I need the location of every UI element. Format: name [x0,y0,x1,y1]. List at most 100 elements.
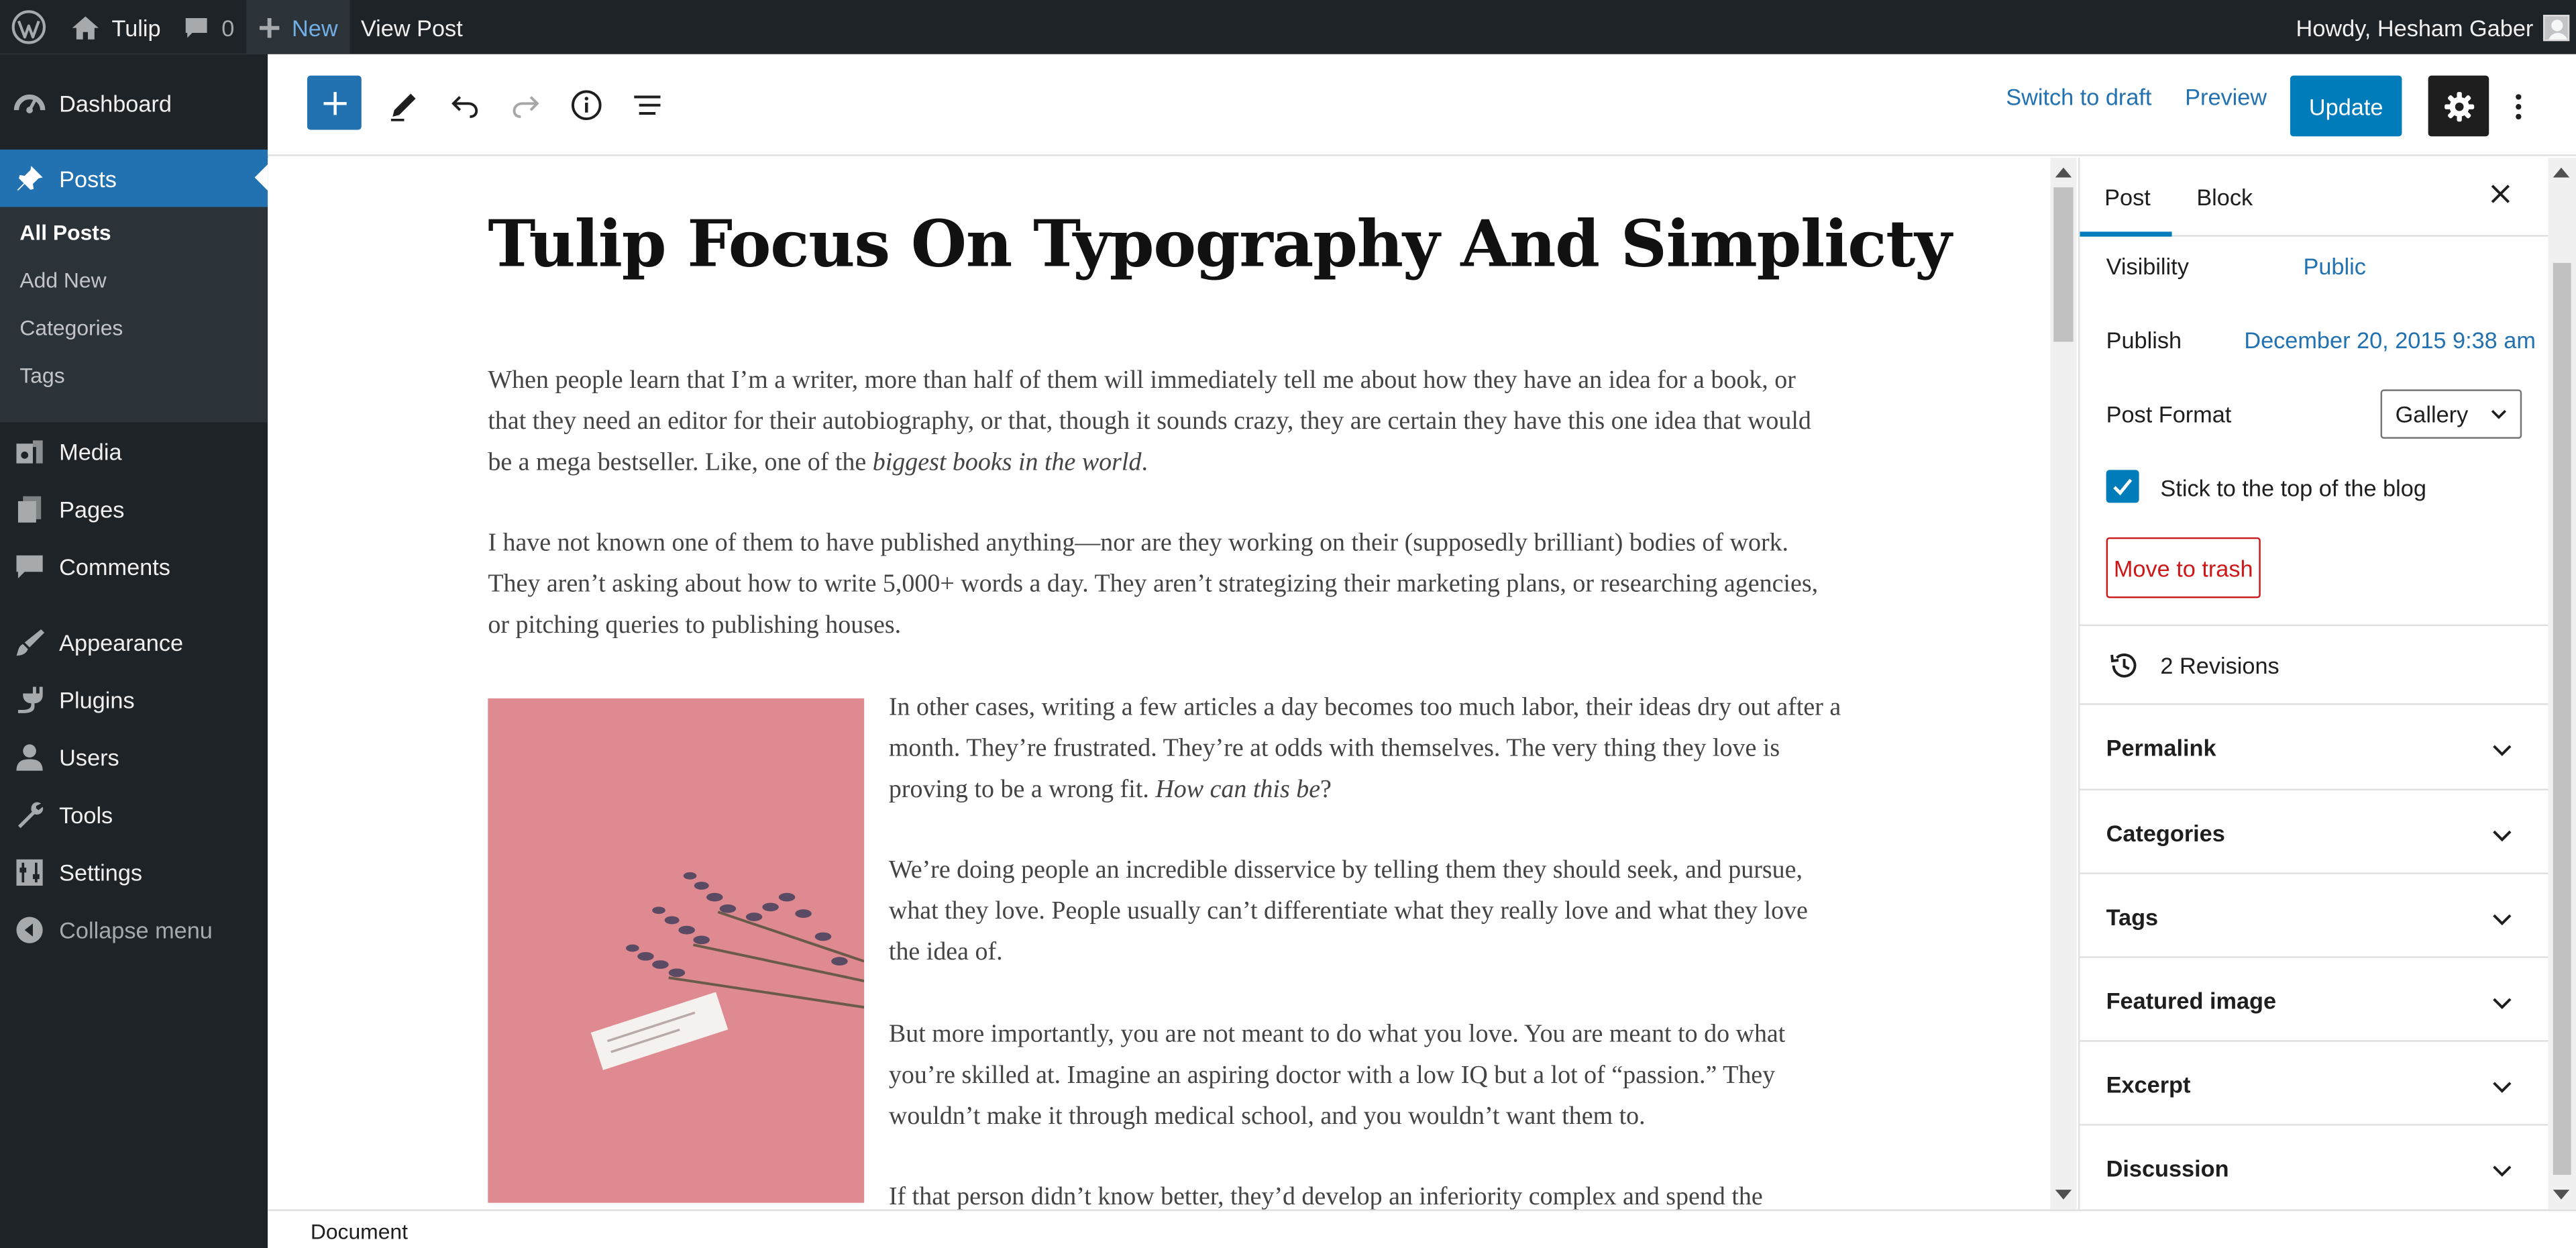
panel-tags[interactable]: Tags [2080,874,2548,958]
visibility-toggle[interactable]: Public [2303,253,2365,279]
post-format-select[interactable]: Gallery [2380,389,2522,439]
panel-permalink[interactable]: Permalink [2080,705,2548,789]
submenu-add-new[interactable]: Add New [19,268,106,293]
emphasis-text: biggest books in the world [872,448,1142,477]
wordpress-icon [11,10,46,44]
scroll-up-arrow[interactable] [2553,167,2570,178]
collapse-arrow-icon [0,915,59,944]
paragraph-text: When people learn that I’m a writer, mor… [488,366,1811,477]
comments-count: 0 [221,13,235,41]
menu-item-dashboard[interactable]: Dashboard [0,74,268,132]
new-content-link[interactable]: New [246,0,350,54]
chevron-down-icon [2493,914,2512,926]
menu-item-posts[interactable]: Posts [0,149,268,207]
paragraph-block[interactable]: We’re doing people an incredible disserv… [889,849,1809,973]
publish-date-toggle[interactable]: December 20, 2015 9:38 am [2244,327,2536,353]
breadcrumb[interactable]: Document [311,1219,408,1244]
paragraph-block[interactable]: But more importantly, you are not meant … [889,1014,1809,1137]
menu-item-settings[interactable]: Settings [0,843,268,900]
dashboard-icon [0,87,59,119]
post-title[interactable]: Tulip Focus On Typography And Simplicty [488,207,1951,283]
menu-label: Dashboard [59,89,172,116]
pin-icon [0,162,59,195]
plus-icon [259,17,279,38]
panel-excerpt[interactable]: Excerpt [2080,1042,2548,1126]
chevron-down-icon [2493,1165,2512,1177]
menu-item-plugins[interactable]: Plugins [0,670,268,728]
move-to-trash-button[interactable]: Move to trash [2106,537,2261,599]
undo-icon [451,96,478,118]
list-view-button[interactable] [621,76,674,135]
plug-icon [0,683,59,716]
panel-featured-image[interactable]: Featured image [2080,958,2548,1042]
user-greeting: Howdy, Hesham Gaber [2296,13,2534,41]
site-name-link[interactable]: Tulip [59,0,172,54]
block-inserter-button[interactable] [307,75,362,130]
menu-item-media[interactable]: Media [0,422,268,480]
comments-link[interactable]: 0 [172,0,246,54]
paragraph-block[interactable]: In other cases, writing a few articles a… [889,687,1841,811]
scroll-thumb[interactable] [2053,187,2074,342]
scroll-thumb[interactable] [2553,262,2571,1176]
settings-sidebar: Post Block Visibility Public Publish Dec… [2078,158,2548,1210]
view-post-link[interactable]: View Post [350,0,474,54]
undo-button[interactable] [439,76,491,135]
lavender-image[interactable] [488,698,865,1203]
paragraph-block[interactable]: If that person didn’t know better, they’… [889,1176,1874,1209]
menu-label: Plugins [59,686,135,713]
menu-item-pages[interactable]: Pages [0,480,268,537]
chevron-down-icon [2491,409,2507,419]
update-button[interactable]: Update [2290,75,2402,137]
sticky-label[interactable]: Stick to the top of the blog [2160,475,2426,501]
checkmark-icon [2113,478,2133,496]
panel-categories[interactable]: Categories [2080,790,2548,874]
panel-discussion[interactable]: Discussion [2080,1126,2548,1210]
edit-tools-button[interactable] [378,76,430,135]
pencil-icon [390,93,416,121]
panel-title: Categories [2106,820,2225,847]
tab-post[interactable]: Post [2104,184,2151,210]
submenu-tags[interactable]: Tags [19,363,64,388]
close-sidebar-button[interactable] [2487,180,2514,215]
info-icon [572,90,602,121]
menu-item-tools[interactable]: Tools [0,786,268,843]
my-account[interactable]: Howdy, Hesham Gaber [2296,13,2576,41]
wordpress-logo-button[interactable] [0,0,59,54]
details-button[interactable] [560,76,612,135]
submenu-categories[interactable]: Categories [19,315,123,340]
scroll-up-arrow[interactable] [2055,167,2072,178]
sticky-checkbox[interactable] [2106,470,2139,503]
publish-label: Publish [2106,327,2182,354]
sidebar-tabs: Post Block [2080,158,2548,237]
settings-button[interactable] [2428,75,2489,137]
submenu-all-posts[interactable]: All Posts [19,220,111,245]
app-root: Tulip 0 New View Post Howdy, Hesham Gabe… [0,0,2576,1248]
preview-button[interactable]: Preview [2185,84,2267,110]
menu-item-users[interactable]: Users [0,728,268,786]
paragraph-block[interactable]: I have not known one of them to have pub… [488,523,1835,646]
editor-canvas[interactable]: Tulip Focus On Typography And Simplicty … [268,158,2051,1210]
menu-item-comments[interactable]: Comments [0,537,268,595]
user-icon [0,740,59,773]
redo-button[interactable] [499,76,551,135]
visibility-label: Visibility [2106,253,2189,280]
menu-item-appearance[interactable]: Appearance [0,613,268,670]
editor-footer: Document [268,1209,2576,1248]
post-format-label: Post Format [2106,401,2232,427]
post-format-value: Gallery [2395,401,2469,427]
revisions-link[interactable]: 2 Revisions [2080,626,2548,702]
menu-label: Appearance [59,628,184,655]
collapse-menu-button[interactable]: Collapse menu [0,900,268,958]
tab-block[interactable]: Block [2196,184,2253,210]
scroll-down-arrow[interactable] [2553,1190,2570,1200]
sidebar-scrollbar[interactable] [2548,158,2576,1210]
scroll-down-arrow[interactable] [2055,1190,2072,1200]
brush-icon [0,625,59,658]
chevron-down-icon [2493,745,2512,756]
panel-title: Tags [2106,903,2159,931]
paragraph-block[interactable]: When people learn that I’m a writer, mor… [488,360,1835,483]
canvas-scrollbar[interactable] [2050,158,2077,1210]
switch-to-draft-button[interactable]: Switch to draft [2006,84,2151,110]
more-options-button[interactable] [2499,76,2538,137]
view-post-label: View Post [360,13,463,41]
